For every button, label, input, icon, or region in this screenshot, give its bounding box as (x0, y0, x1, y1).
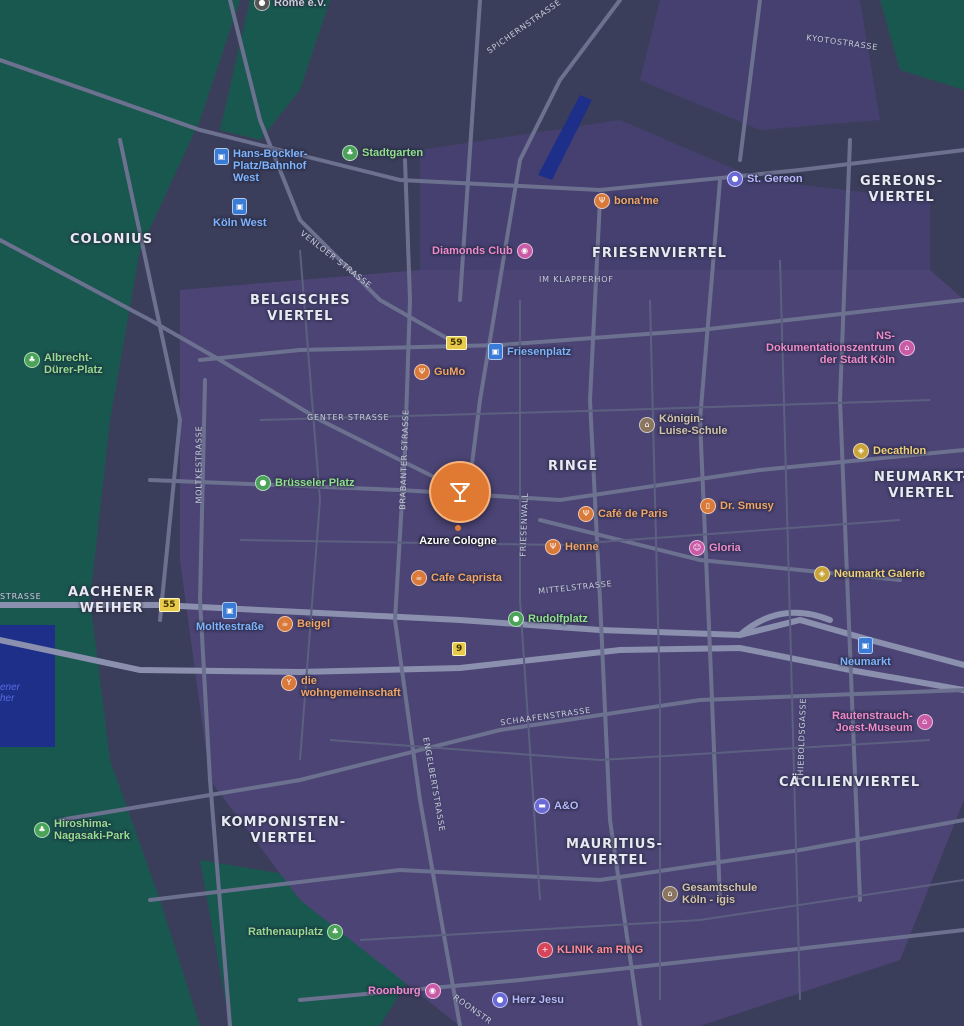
poi-st-gereon[interactable]: ● St. Gereon (727, 171, 803, 187)
poi-dr-smusy[interactable]: ▯ Dr. Smusy (700, 498, 774, 514)
street-label: MOLTKESTRASSE (194, 425, 204, 504)
shopping-icon: ◈ (814, 566, 830, 582)
street-label: GENTER STRASSE (307, 413, 390, 422)
poi-bruesseler-platz[interactable]: ● Brüsseler Platz (255, 475, 354, 491)
poi-bona-me[interactable]: Ψbona'me (594, 193, 659, 209)
poi-diamonds-club[interactable]: ◉ Diamonds Club (432, 243, 533, 259)
district-komponistenviertel: KOMPONISTEN- VIERTEL (221, 815, 347, 846)
street-label: IM KLAPPERHOF (539, 275, 614, 284)
poi-rudolfplatz[interactable]: ● Rudolfplatz (508, 611, 588, 627)
poi-rathenauplatz[interactable]: ♣ Rathenauplatz (248, 924, 344, 940)
train-icon: ▣ (214, 148, 229, 165)
place-icon: ● (254, 0, 270, 11)
poi-ns-dokumentationszentrum[interactable]: ⌂ NS- Dokumentationszentrum der Stadt Köln (766, 330, 915, 366)
tree-icon: ♣ (24, 352, 40, 368)
poi-cafe-caprista[interactable]: ☕ Cafe Caprista (411, 570, 502, 586)
church-icon: ● (727, 171, 743, 187)
park-dot-icon: ● (255, 475, 271, 491)
train-icon: ▣ (232, 198, 248, 215)
poi-stadtgarten[interactable]: ♣ Stadtgarten (342, 145, 423, 161)
poi-neumarkt-galerie[interactable]: ◈ Neumarkt Galerie (814, 566, 925, 582)
train-icon: ▣ (488, 343, 503, 360)
fork-knife-icon: Ψ (594, 193, 610, 209)
poi-gumo[interactable]: Ψ GuMo (414, 364, 465, 380)
street-label: STRASSE (0, 592, 42, 601)
poi-henne[interactable]: Ψ Henne (545, 539, 599, 555)
fork-knife-icon: Ψ (578, 506, 594, 522)
drink-cup-icon: ▯ (700, 498, 716, 514)
poi-moltkestrasse[interactable]: ▣ Moltkestraße (196, 602, 264, 633)
cocktail-glass-icon (450, 483, 470, 502)
poi-albrecht-duerer-platz[interactable]: ♣ Albrecht- Dürer-Platz (24, 352, 103, 376)
hotel-bed-icon: ▬ (534, 798, 550, 814)
poi-hiroshima-nagasaki-park[interactable]: ♣ Hiroshima- Nagasaki-Park (34, 818, 130, 842)
poi-die-wohngemeinschaft[interactable]: Ydie wohngemeinschaft (281, 675, 401, 699)
nightlife-icon: ◉ (424, 983, 441, 999)
museum-icon: ⌂ (898, 340, 915, 356)
theater-icon: ☺ (689, 540, 705, 556)
train-icon: ▣ (857, 637, 873, 654)
poi-herz-jesu[interactable]: ● Herz Jesu (492, 992, 564, 1008)
poi-rautenstrauch-joest-museum[interactable]: ⌂ Rautenstrauch- Joest-Museum (832, 710, 933, 734)
church-icon: ● (492, 992, 508, 1008)
selected-place-point (455, 525, 461, 531)
route-shield: 9 (452, 642, 467, 656)
district-ringe: RINGE (548, 459, 599, 474)
district-gereonsviertel: GEREONS- VIERTEL (860, 174, 944, 205)
poi-koeln-west[interactable]: ▣ Köln West (213, 198, 267, 229)
poi-gloria[interactable]: ☺ Gloria (689, 540, 741, 556)
poi-a-and-o[interactable]: ▬ A&O (534, 798, 578, 814)
tree-icon: ♣ (342, 145, 358, 161)
train-icon: ▣ (222, 602, 238, 619)
route-shield: 59 (446, 336, 467, 350)
coffee-icon: ☕ (277, 616, 293, 632)
district-friesenviertel: FRIESENVIERTEL (592, 246, 727, 261)
poi-beigel[interactable]: ☕ Beigel (277, 616, 330, 632)
district-mauritiusviertel: MAURITIUS- VIERTEL (566, 837, 664, 868)
shopping-icon: ◈ (853, 443, 869, 459)
poi-rome[interactable]: ● Rome e.V. (254, 0, 326, 11)
poi-decathlon[interactable]: ◈ Decathlon (853, 443, 926, 459)
poi-hans-boeckler-platz[interactable]: ▣ Hans-Böckler- Platz/Bahnhof West (214, 148, 308, 184)
coffee-icon: ☕ (411, 570, 427, 586)
selected-place-label: Azure Cologne (419, 535, 497, 547)
district-neumarktviertel: NEUMARKT- VIERTEL (874, 470, 964, 501)
route-shield: 55 (159, 598, 180, 612)
poi-cafe-de-paris[interactable]: Ψ Café de Paris (578, 506, 668, 522)
museum-icon: ⌂ (916, 714, 933, 730)
district-belgisches-viertel: BELGISCHES VIERTEL (250, 293, 351, 324)
nightlife-icon: ◉ (516, 243, 533, 259)
tree-icon: ♣ (327, 924, 344, 940)
poi-roonburg[interactable]: ◉ Roonburg (368, 983, 441, 999)
cocktail-glass-icon: Y (281, 675, 297, 691)
district-aachener-weiher: AACHENER WEIHER (68, 585, 156, 616)
selected-place-marker[interactable] (429, 461, 491, 523)
school-icon: ⌂ (639, 417, 655, 433)
poi-gesamtschule-koeln-igis[interactable]: ⌂ Gesamtschule Köln - igis (662, 882, 757, 906)
hospital-cross-icon: + (537, 942, 553, 958)
tree-icon: ♣ (34, 822, 50, 838)
fork-knife-icon: Ψ (545, 539, 561, 555)
fork-knife-icon: Ψ (414, 364, 430, 380)
poi-neumarkt[interactable]: ▣ Neumarkt (840, 637, 891, 668)
map-view[interactable]: COLONIUS BELGISCHES VIERTEL FRIESENVIERTE… (0, 0, 964, 1026)
poi-klinik-am-ring[interactable]: + KLINIK am RING (537, 942, 643, 958)
water-label: ener her (0, 682, 21, 704)
park-dot-icon: ● (508, 611, 524, 627)
school-icon: ⌂ (662, 886, 678, 902)
poi-koenigin-luise-schule[interactable]: ⌂ Königin- Luise-Schule (639, 413, 727, 437)
poi-friesenplatz[interactable]: ▣ Friesenplatz (488, 343, 571, 360)
district-colonius: COLONIUS (70, 232, 154, 247)
